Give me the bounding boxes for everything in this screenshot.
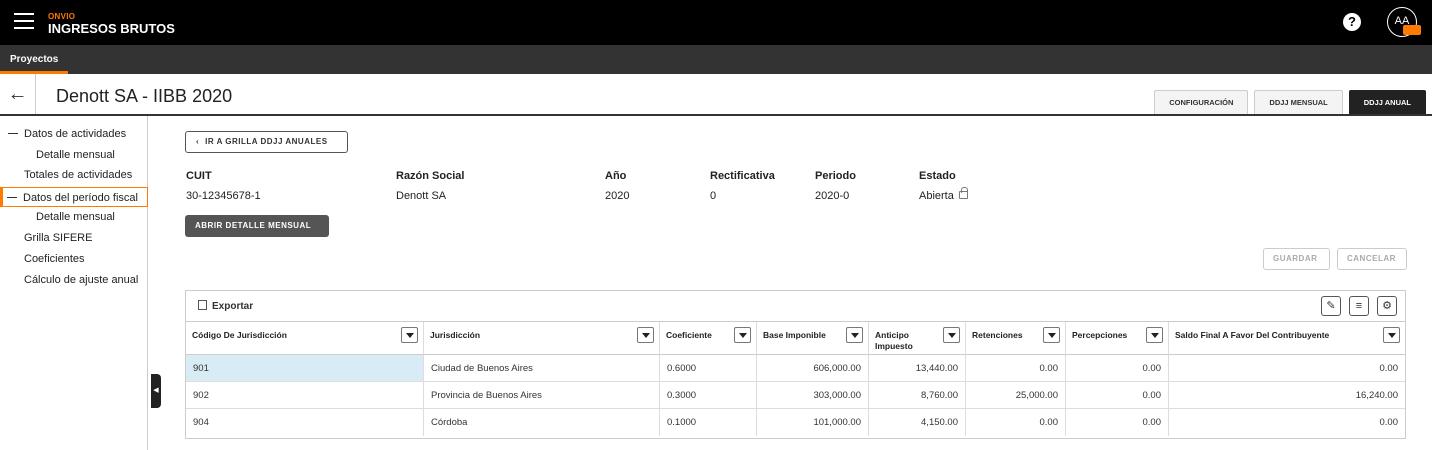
label-anio: Año xyxy=(605,170,627,182)
avatar-badge xyxy=(1403,25,1421,35)
table-cell-base-imponible[interactable]: 303,000.00 xyxy=(757,382,869,409)
export-label: Exportar xyxy=(212,301,254,312)
jurisdiction-grid: Exportar ✎ ≡ ⚙ Código De Jurisdicción Ju… xyxy=(185,290,1406,439)
gear-icon[interactable]: ⚙ xyxy=(1377,296,1397,316)
table-cell-coeficiente[interactable]: 0.6000 xyxy=(660,355,757,382)
chevron-down-icon[interactable] xyxy=(943,327,960,343)
table-cell-anticipo[interactable]: 4,150.00 xyxy=(869,409,966,436)
sidebar-item-calculo-ajuste[interactable]: Cálculo de ajuste anual xyxy=(0,270,148,290)
table-cell-codigo[interactable]: 904 xyxy=(186,409,424,436)
table-cell-saldo-final[interactable]: 0.00 xyxy=(1169,409,1405,436)
sidebar-item-datos-actividades[interactable]: Datos de actividades xyxy=(0,124,148,144)
collapse-dash-icon xyxy=(7,196,17,198)
lock-open-icon xyxy=(958,187,968,199)
chevron-down-icon[interactable] xyxy=(734,327,751,343)
col-header-codigo: Código De Jurisdicción xyxy=(186,322,424,355)
value-estado: Abierta xyxy=(919,187,968,202)
brand-logo-small: ONVIO xyxy=(48,12,76,21)
sidebar-item-datos-periodo-fiscal[interactable]: Datos del período fiscal xyxy=(0,187,148,207)
table-cell-percepciones[interactable]: 0.00 xyxy=(1066,382,1169,409)
excel-icon xyxy=(198,300,207,310)
sidebar-item-label: Datos de actividades xyxy=(24,128,127,140)
value-cuit: 30-12345678-1 xyxy=(186,190,261,202)
col-header-base-imponible: Base Imponible xyxy=(757,322,869,355)
title-bar: ← Denott SA - IIBB 2020 CONFIGURACIÓN DD… xyxy=(0,74,1432,116)
table-cell-base-imponible[interactable]: 101,000.00 xyxy=(757,409,869,436)
app-header: ONVIO INGRESOS BRUTOS ? AA xyxy=(0,0,1432,45)
table-cell-jurisdiccion[interactable]: Córdoba xyxy=(424,409,660,436)
label-razon-social: Razón Social xyxy=(396,170,465,182)
value-razon-social: Denott SA xyxy=(396,190,447,202)
ir-a-grilla-button[interactable]: ‹ IR A GRILLA DDJJ ANUALES xyxy=(185,131,348,153)
chevron-down-icon[interactable] xyxy=(1043,327,1060,343)
collapse-dash-icon xyxy=(8,132,18,134)
table-cell-anticipo[interactable]: 13,440.00 xyxy=(869,355,966,382)
chevron-left-icon: ‹ xyxy=(196,137,200,146)
cancelar-button[interactable]: CANCELAR xyxy=(1337,248,1407,270)
sidebar: Datos de actividades Detalle mensual Tot… xyxy=(0,116,148,450)
nav-bar: Proyectos xyxy=(0,45,1432,74)
table-cell-retenciones[interactable]: 0.00 xyxy=(966,355,1066,382)
table-cell-codigo[interactable]: 902 xyxy=(186,382,424,409)
chevron-down-icon[interactable] xyxy=(1146,327,1163,343)
ir-a-grilla-label: IR A GRILLA DDJJ ANUALES xyxy=(205,137,328,146)
estado-text: Abierta xyxy=(919,190,954,202)
col-header-retenciones: Retenciones xyxy=(966,322,1066,355)
sidebar-item-detalle-mensual-2[interactable]: Detalle mensual xyxy=(0,207,148,227)
table-cell-retenciones[interactable]: 25,000.00 xyxy=(966,382,1066,409)
back-arrow-icon[interactable]: ← xyxy=(0,74,36,114)
sidebar-item-coeficientes[interactable]: Coeficientes xyxy=(0,249,148,269)
edit-pencil-icon[interactable]: ✎ xyxy=(1321,296,1341,316)
guardar-button[interactable]: GUARDAR xyxy=(1263,248,1330,270)
table-cell-saldo-final[interactable]: 16,240.00 xyxy=(1169,382,1405,409)
sidebar-collapse-handle[interactable]: ◀ xyxy=(151,374,161,408)
chevron-down-icon[interactable] xyxy=(401,327,418,343)
table-cell-coeficiente[interactable]: 0.3000 xyxy=(660,382,757,409)
tab-configuracion[interactable]: CONFIGURACIÓN xyxy=(1154,90,1249,114)
table-cell-jurisdiccion[interactable]: Provincia de Buenos Aires xyxy=(424,382,660,409)
tab-ddjj-mensual[interactable]: DDJJ MENSUAL xyxy=(1254,90,1343,114)
table-cell-retenciones[interactable]: 0.00 xyxy=(966,409,1066,436)
table-cell-codigo[interactable]: 901 xyxy=(186,355,424,382)
table-cell-percepciones[interactable]: 0.00 xyxy=(1066,409,1169,436)
chevron-down-icon[interactable] xyxy=(846,327,863,343)
col-header-coeficiente: Coeficiente xyxy=(660,322,757,355)
sidebar-item-label: Datos del período fiscal xyxy=(23,192,138,204)
table-cell-base-imponible[interactable]: 606,000.00 xyxy=(757,355,869,382)
export-button[interactable]: Exportar xyxy=(198,300,253,312)
col-header-jurisdiccion: Jurisdicción xyxy=(424,322,660,355)
help-icon[interactable]: ? xyxy=(1343,13,1361,31)
page-title: Denott SA - IIBB 2020 xyxy=(56,86,233,106)
nav-tab-proyectos[interactable]: Proyectos xyxy=(0,45,69,74)
grid-toolbar: Exportar ✎ ≡ ⚙ xyxy=(186,291,1405,322)
table-cell-anticipo[interactable]: 8,760.00 xyxy=(869,382,966,409)
label-rectificativa: Rectificativa xyxy=(710,170,775,182)
table-cell-jurisdiccion[interactable]: Ciudad de Buenos Aires xyxy=(424,355,660,382)
value-anio: 2020 xyxy=(605,190,630,202)
chevron-down-icon[interactable] xyxy=(1383,327,1400,343)
label-periodo: Periodo xyxy=(815,170,856,182)
label-cuit: CUIT xyxy=(186,170,212,182)
view-tabs: CONFIGURACIÓN DDJJ MENSUAL DDJJ ANUAL xyxy=(1154,90,1426,114)
app-title: INGRESOS BRUTOS xyxy=(48,21,175,36)
abrir-detalle-mensual-button[interactable]: ABRIR DETALLE MENSUAL xyxy=(185,215,329,237)
value-periodo: 2020-0 xyxy=(815,190,850,202)
label-estado: Estado xyxy=(919,170,956,182)
sidebar-item-detalle-mensual[interactable]: Detalle mensual xyxy=(0,145,148,165)
table-cell-coeficiente[interactable]: 0.1000 xyxy=(660,409,757,436)
list-lines-icon[interactable]: ≡ xyxy=(1349,296,1369,316)
sidebar-item-totales-actividades[interactable]: Totales de actividades xyxy=(0,165,148,185)
col-header-percepciones: Percepciones xyxy=(1066,322,1169,355)
col-header-anticipo: Anticipo Impuesto xyxy=(869,322,966,355)
tab-ddjj-anual[interactable]: DDJJ ANUAL xyxy=(1348,90,1426,114)
chevron-down-icon[interactable] xyxy=(637,327,654,343)
menu-icon[interactable] xyxy=(14,13,34,31)
sidebar-item-grilla-sifere[interactable]: Grilla SIFERE xyxy=(0,228,148,248)
value-rectificativa: 0 xyxy=(710,190,717,202)
table-cell-percepciones[interactable]: 0.00 xyxy=(1066,355,1169,382)
col-header-saldo-final: Saldo Final A Favor Del Contribuyente xyxy=(1169,322,1405,355)
table-cell-saldo-final[interactable]: 0.00 xyxy=(1169,355,1405,382)
